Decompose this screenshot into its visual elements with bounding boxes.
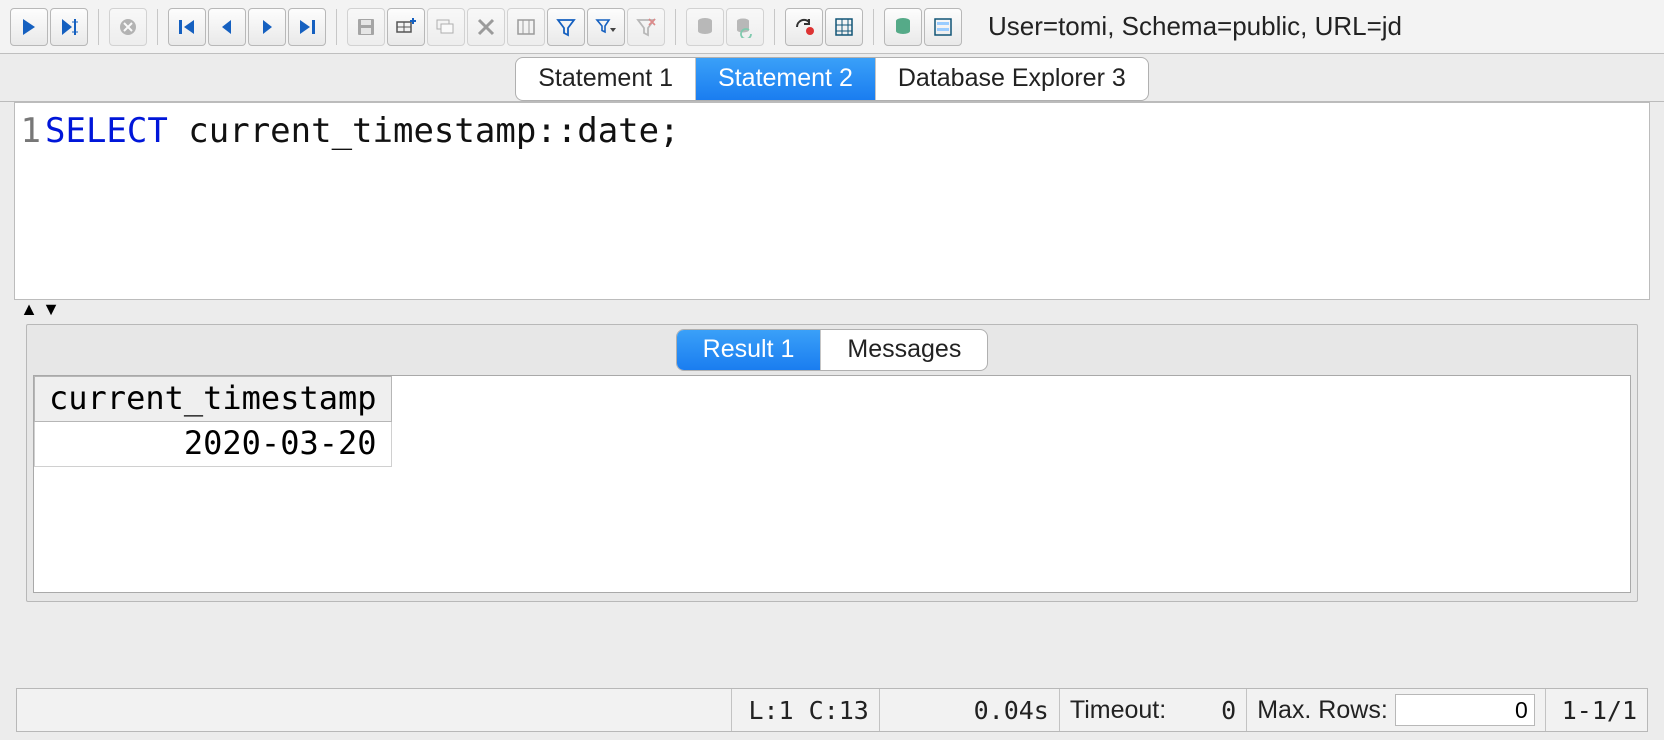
db-storage-icon[interactable] — [884, 8, 922, 46]
stop-icon — [109, 8, 147, 46]
editor-tab-1[interactable]: Statement 2 — [696, 58, 876, 100]
prev-record-icon[interactable] — [208, 8, 246, 46]
filter-icon[interactable] — [547, 8, 585, 46]
run-icon[interactable] — [10, 8, 48, 46]
timeout-cell: Timeout: 0 — [1060, 689, 1247, 731]
delete-row-icon — [467, 8, 505, 46]
timeout-value: 0 — [1166, 696, 1236, 725]
splitter-down-icon[interactable]: ▼ — [40, 299, 62, 320]
result-grid-wrap: current_timestamp 2020-03-20 — [33, 375, 1631, 593]
editor-tab-2[interactable]: Database Explorer 3 — [876, 58, 1148, 100]
run-to-cursor-icon[interactable] — [50, 8, 88, 46]
elapsed-time: 0.04s — [880, 689, 1060, 731]
table-row[interactable]: 2020-03-20 — [35, 422, 392, 467]
first-record-icon[interactable] — [168, 8, 206, 46]
splitter-up-icon[interactable]: ▲ — [18, 299, 40, 320]
cell[interactable]: 2020-03-20 — [35, 422, 392, 467]
cursor-position: L:1 C:13 — [732, 689, 879, 731]
result-tab-1[interactable]: Messages — [821, 330, 987, 370]
maxrows-cell: Max. Rows: — [1247, 689, 1546, 731]
result-grid[interactable]: current_timestamp 2020-03-20 — [34, 376, 392, 467]
sql-editor-panel: 1 SELECT current_timestamp::date; — [14, 102, 1650, 300]
result-tab-0[interactable]: Result 1 — [677, 330, 822, 370]
insert-row-icon[interactable] — [387, 8, 425, 46]
copy-row-icon — [427, 8, 465, 46]
save-icon — [347, 8, 385, 46]
row-range: 1-1/1 — [1546, 689, 1647, 731]
next-record-icon[interactable] — [248, 8, 286, 46]
sql-editor[interactable]: 1 SELECT current_timestamp::date; — [15, 103, 1649, 299]
db-refresh-icon — [726, 8, 764, 46]
clear-filter-icon — [627, 8, 665, 46]
column-header[interactable]: current_timestamp — [35, 377, 392, 422]
timeout-label: Timeout: — [1070, 696, 1166, 725]
reconnect-icon[interactable] — [785, 8, 823, 46]
maxrows-label: Max. Rows: — [1257, 696, 1388, 725]
splitter: ▲ ▼ — [0, 300, 1664, 318]
maxrows-input[interactable] — [1395, 694, 1535, 726]
sql-keyword: SELECT — [45, 111, 168, 151]
line-gutter: 1 — [15, 103, 43, 299]
form-view-icon[interactable] — [924, 8, 962, 46]
grid-settings-icon[interactable] — [825, 8, 863, 46]
last-record-icon[interactable] — [288, 8, 326, 46]
sql-text: current_timestamp::date; — [168, 111, 680, 151]
status-bar: L:1 C:13 0.04s Timeout: 0 Max. Rows: 1-1… — [16, 688, 1648, 732]
connection-info: User=tomi, Schema=public, URL=jd — [970, 11, 1658, 42]
status-blank — [17, 689, 732, 731]
filter-dropdown-icon[interactable] — [587, 8, 625, 46]
sql-code[interactable]: SELECT current_timestamp::date; — [43, 103, 684, 299]
db-icon — [686, 8, 724, 46]
results-panel: Result 1Messages current_timestamp 2020-… — [26, 324, 1638, 602]
editor-tabs-bar: Statement 1Statement 2Database Explorer … — [0, 54, 1664, 102]
main-toolbar: User=tomi, Schema=public, URL=jd — [0, 0, 1664, 54]
result-tabs-bar: Result 1Messages — [27, 325, 1637, 371]
columns-icon — [507, 8, 545, 46]
editor-tab-0[interactable]: Statement 1 — [516, 58, 696, 100]
